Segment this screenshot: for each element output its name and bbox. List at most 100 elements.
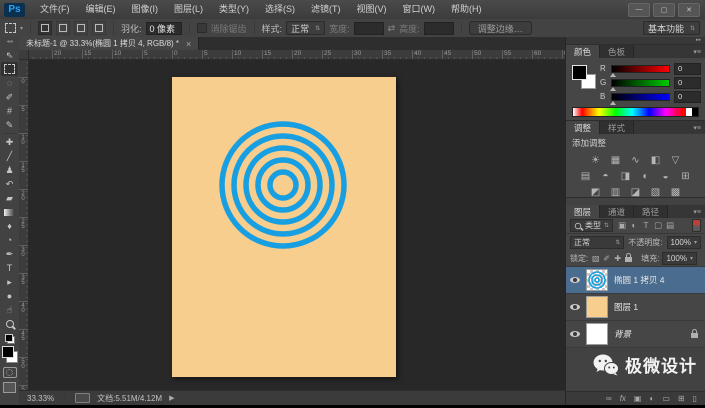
vertical-ruler[interactable]: 0510152025303540455055 — [19, 60, 29, 390]
hue-saturation-icon[interactable]: ▤ — [579, 171, 592, 182]
canvas-area[interactable] — [29, 60, 565, 390]
horizontal-ruler[interactable]: 201510505101520253035404550556065 — [29, 50, 565, 60]
add-to-selection-icon[interactable] — [56, 21, 71, 35]
spectrum-black-swatch[interactable] — [692, 108, 698, 116]
tab-paths[interactable]: 路径 — [634, 205, 669, 218]
color-spectrum-bar[interactable] — [572, 107, 699, 117]
dodge-tool[interactable]: ◔ — [1, 233, 18, 247]
lock-transparent-pixels-icon[interactable]: ▨ — [591, 254, 600, 263]
menu-window[interactable]: 窗口(W) — [395, 0, 444, 19]
tab-styles[interactable]: 样式 — [600, 121, 635, 134]
minimize-button[interactable]: — — [628, 2, 650, 17]
clone-stamp-tool[interactable]: ♟ — [1, 163, 18, 177]
tab-swatches[interactable]: 色板 — [600, 45, 635, 58]
spectrum-gradient[interactable] — [573, 108, 686, 116]
layer-thumbnail[interactable] — [586, 269, 608, 291]
layer-row[interactable]: 背景 — [566, 321, 705, 348]
hand-tool[interactable]: ☝ — [1, 303, 18, 317]
threshold-icon[interactable]: ◪ — [629, 187, 642, 198]
new-adjustment-layer-icon[interactable]: ◐ — [649, 394, 654, 403]
tab-channels[interactable]: 通道 — [600, 205, 635, 218]
levels-icon[interactable]: ▦ — [609, 155, 622, 166]
visibility-cell[interactable] — [566, 304, 584, 310]
panel-menu-icon[interactable]: ▾≡ — [689, 121, 705, 134]
link-layers-icon[interactable]: ∞ — [606, 394, 612, 403]
refine-edge-button[interactable]: 调整边缘… — [468, 21, 532, 35]
gradient-tool[interactable] — [1, 205, 18, 219]
brush-tool[interactable]: ╱ — [1, 149, 18, 163]
history-brush-tool[interactable]: ↶ — [1, 177, 18, 191]
menu-edit[interactable]: 编辑(E) — [78, 0, 124, 19]
channel-mixer-icon[interactable]: ◒ — [659, 171, 672, 182]
anti-alias-checkbox[interactable] — [196, 23, 207, 33]
collapse-tools-icon[interactable]: ◂◂ — [6, 37, 12, 48]
b-slider[interactable] — [610, 92, 670, 105]
foreground-color-swatch[interactable] — [1, 346, 14, 358]
pen-tool[interactable]: ✒ — [1, 247, 18, 261]
move-tool[interactable]: ⇖ — [1, 48, 18, 62]
color-balance-icon[interactable]: ◓ — [599, 171, 612, 182]
color-panel-swatches[interactable] — [572, 65, 596, 89]
filtering-toggle[interactable] — [692, 219, 701, 232]
g-value-field[interactable]: 0 — [674, 76, 701, 89]
menu-view[interactable]: 视图(V) — [349, 0, 395, 19]
layer-row[interactable]: 图层 1 — [566, 294, 705, 321]
zoom-level[interactable]: 33.33% — [27, 394, 54, 403]
status-options-arrow-icon[interactable]: ▶ — [169, 394, 174, 402]
quick-selection-tool[interactable]: ✐ — [1, 90, 18, 104]
zoom-tool[interactable] — [1, 317, 18, 331]
lasso-tool[interactable]: ◌ — [1, 76, 18, 90]
photo-filter-icon[interactable]: ◐ — [639, 171, 652, 182]
g-slider[interactable] — [610, 78, 670, 91]
visibility-cell[interactable] — [566, 277, 584, 283]
marquee-tool-preset-icon[interactable] — [5, 23, 16, 33]
r-value-field[interactable]: 0 — [674, 62, 701, 75]
close-button[interactable]: ✕ — [678, 2, 700, 17]
slider-thumb-icon[interactable] — [610, 72, 616, 77]
swap-dimensions-icon[interactable]: ⇄ — [388, 23, 396, 34]
collapse-panels-icon[interactable]: ▸▸ — [566, 37, 705, 45]
menu-help[interactable]: 帮助(H) — [443, 0, 490, 19]
filter-adjustment-layers-icon[interactable]: ◐ — [629, 220, 639, 231]
quick-mask-mode-icon[interactable] — [2, 367, 17, 378]
panel-menu-icon[interactable]: ▾≡ — [689, 45, 705, 58]
b-value-field[interactable]: 0 — [674, 90, 701, 103]
crop-tool[interactable]: # — [1, 104, 18, 118]
vibrance-icon[interactable]: ▽ — [669, 155, 682, 166]
layer-thumbnail[interactable] — [586, 323, 608, 345]
new-selection-icon[interactable] — [38, 21, 53, 35]
blur-tool[interactable]: ♦ — [1, 219, 18, 233]
menu-file[interactable]: 文件(F) — [32, 0, 78, 19]
menu-filter[interactable]: 滤镜(T) — [303, 0, 349, 19]
path-selection-tool[interactable]: ▸ — [1, 275, 18, 289]
spot-healing-brush-tool[interactable]: ✚ — [1, 135, 18, 149]
screen-mode-icon[interactable] — [3, 382, 16, 393]
opacity-value[interactable]: 100% ▾ — [666, 235, 701, 249]
filter-kind-dropdown[interactable]: 类型 ⇅ — [570, 219, 614, 232]
ellipse-tool[interactable]: ● — [1, 289, 18, 303]
height-input[interactable] — [423, 21, 454, 35]
lock-image-pixels-icon[interactable]: ✐ — [602, 254, 611, 263]
r-slider[interactable] — [610, 64, 670, 77]
visibility-cell[interactable] — [566, 331, 584, 337]
ruler-corner[interactable] — [19, 50, 29, 60]
curves-icon[interactable]: ∿ — [629, 155, 642, 166]
layer-style-icon[interactable]: fx — [620, 394, 626, 403]
rectangular-marquee-tool[interactable] — [1, 62, 18, 76]
delete-layer-icon[interactable]: ▯ — [693, 394, 697, 403]
eye-icon[interactable] — [570, 304, 580, 310]
panel-menu-icon[interactable]: ▾≡ — [689, 205, 705, 218]
filter-type-layers-icon[interactable]: T — [641, 220, 651, 231]
menu-layer[interactable]: 图层(L) — [166, 0, 211, 19]
blend-mode-dropdown[interactable]: 正常 ⇅ — [570, 235, 625, 249]
foreground-background-swatches[interactable] — [1, 346, 18, 363]
tab-adjustments[interactable]: 调整 — [566, 121, 601, 134]
layer-row[interactable]: 椭圆 1 拷贝 4 — [566, 267, 705, 294]
eraser-tool[interactable]: ▰ — [1, 191, 18, 205]
default-colors-icon[interactable] — [4, 334, 15, 344]
exposure-icon[interactable]: ◧ — [649, 155, 662, 166]
document-canvas[interactable] — [172, 77, 396, 377]
color-lookup-icon[interactable]: ⊞ — [679, 171, 692, 182]
tool-preset-arrow-icon[interactable]: ▾ — [20, 25, 23, 32]
filter-shape-layers-icon[interactable]: ▢ — [653, 220, 663, 231]
